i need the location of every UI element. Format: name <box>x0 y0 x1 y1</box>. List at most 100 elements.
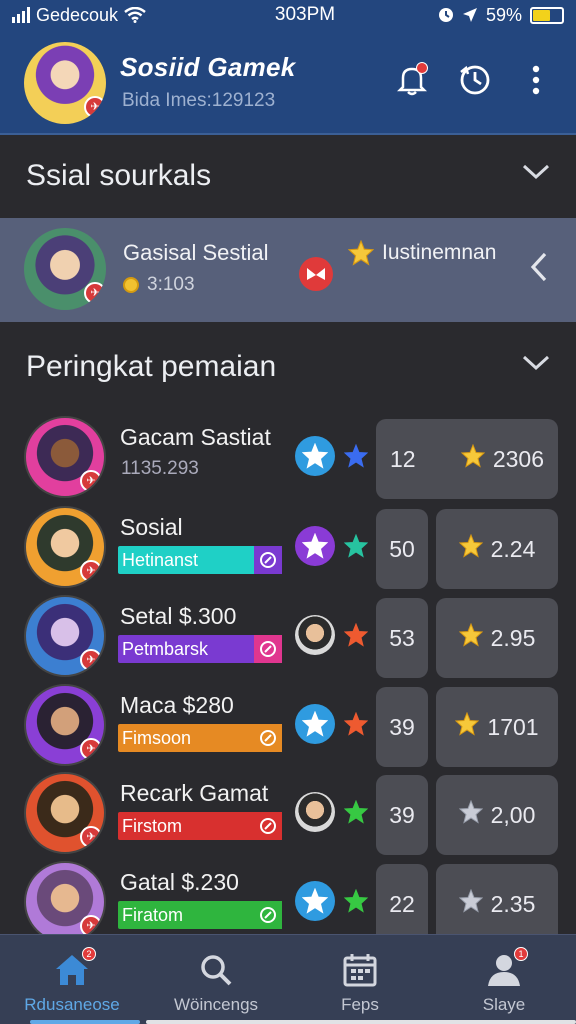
tab-profile-badge: 1 <box>514 947 528 961</box>
tab-profile[interactable]: 1 Slaye <box>432 935 576 1024</box>
mini-star-icon <box>343 711 369 741</box>
player-points: 1135.293 <box>121 458 199 479</box>
alarm-icon <box>438 8 453 22</box>
ranking-section-title: Peringkat pemaian <box>26 350 277 383</box>
more-vertical-icon <box>532 65 540 95</box>
player-row[interactable]: ✈ Recark Gamat Firstom 39 2,00 <box>0 772 576 861</box>
avatar-badge-icon: ✈ <box>80 738 102 760</box>
player-name: Gacam Sastiat <box>120 424 271 450</box>
player-rank-cell: 22 <box>376 864 428 944</box>
battery-icon <box>530 6 564 24</box>
active-tab-indicator <box>30 1020 140 1024</box>
wifi-icon <box>124 7 146 23</box>
tag-edit-icon[interactable] <box>254 812 282 840</box>
player-name: Gatal $.230 <box>120 869 239 895</box>
player-score: 2,00 <box>490 801 536 828</box>
star-icon <box>348 240 374 266</box>
player-rank-cell: 39 <box>376 775 428 855</box>
featured-coins: 3:103 <box>123 274 195 296</box>
avatar-badge-icon: ✈ <box>80 470 102 492</box>
rank-star-badge-icon <box>295 436 335 476</box>
tab-profile-label: Slaye <box>482 995 526 1014</box>
player-name: Recark Gamat <box>120 780 269 806</box>
tag-edit-icon[interactable] <box>254 901 282 929</box>
clock: 303PM <box>274 4 336 25</box>
featured-avatar: ✈ <box>24 228 106 310</box>
tab-home-badge: 2 <box>82 947 96 961</box>
calendar-icon <box>343 954 377 987</box>
player-rank-number: 39 <box>389 713 415 740</box>
more-button[interactable] <box>516 60 556 100</box>
chevron-down-icon <box>522 164 550 180</box>
player-name: Sosial <box>120 514 183 540</box>
player-tag-label: Petmbarsk <box>122 639 209 659</box>
player-stats-cell: 12 2306 <box>376 419 558 499</box>
player-tag-label: Firatom <box>122 905 184 925</box>
tab-search[interactable]: Wöincengs <box>144 935 288 1024</box>
player-rank-number: 22 <box>389 890 415 917</box>
chevron-down-icon <box>522 355 550 371</box>
player-row[interactable]: ✈ Maca $280 Fimsoon 39 1701 <box>0 684 576 773</box>
signal-icon <box>12 7 30 23</box>
player-avatar: ✈ <box>24 416 106 498</box>
rank-star-badge-icon <box>295 526 335 566</box>
user-avatar[interactable]: ✈ <box>24 42 106 124</box>
player-tag-label: Fimsoon <box>122 728 192 748</box>
tab-search-label: Wöincengs <box>173 995 259 1014</box>
tag-edit-icon[interactable] <box>254 546 282 574</box>
mini-star-icon <box>343 533 369 563</box>
ranking-section-header[interactable]: Peringkat pemaian <box>0 326 576 408</box>
player-tag-label: Firstom <box>122 816 182 836</box>
player-tag: Firatom <box>118 901 282 929</box>
tab-home[interactable]: 2 Rdusaneose <box>0 935 144 1024</box>
score-star-icon <box>458 799 483 830</box>
player-score-cell: 2.24 <box>436 509 558 589</box>
tag-edit-icon[interactable] <box>254 724 282 752</box>
player-score: 1701 <box>487 713 539 740</box>
player-score: 2.35 <box>490 890 536 917</box>
score-star-icon <box>460 443 486 474</box>
notification-dot <box>416 62 428 74</box>
player-tag: Firstom <box>118 812 282 840</box>
player-score-cell: 1701 <box>436 687 558 767</box>
player-score: 2.24 <box>490 535 536 562</box>
tab-calendar[interactable]: Feps <box>288 935 432 1024</box>
notification-button[interactable] <box>392 60 432 100</box>
player-tag: Petmbarsk <box>118 635 282 663</box>
history-button[interactable] <box>455 60 495 100</box>
tab-home-label: Rdusaneose <box>24 995 120 1014</box>
rank-avatar-badge <box>295 615 335 655</box>
player-row[interactable]: ✈ Sosial Hetinanst 50 2.24 <box>0 506 576 595</box>
social-section-title: Ssial sourkals <box>26 159 212 192</box>
player-name: Setal $.300 <box>120 603 237 629</box>
social-section-header[interactable]: Ssial sourkals <box>0 135 576 217</box>
carrier-name: Gedecouk <box>36 4 119 25</box>
player-avatar: ✈ <box>24 861 106 943</box>
player-row[interactable]: ✈ Gacam Sastiat 1135.293 12 2306 <box>0 416 576 505</box>
player-score: 2306 <box>492 445 544 472</box>
mini-star-icon <box>343 622 369 652</box>
score-star-icon <box>458 622 483 653</box>
player-score-cell: 2.95 <box>436 598 558 678</box>
app-subtitle: Bida Imes:129123 <box>122 90 276 111</box>
score-star-icon <box>458 533 483 564</box>
player-name: Maca $280 <box>120 692 234 718</box>
player-rank-number: 53 <box>389 624 415 651</box>
mini-star-icon <box>343 443 369 473</box>
search-icon <box>201 955 232 986</box>
history-icon <box>460 65 490 95</box>
app-header: ✈ Sosiid Gamek Bida Imes:129123 <box>0 30 576 135</box>
score-star-icon <box>458 888 483 919</box>
bottom-tab-bar: 2 Rdusaneose Wöincengs Feps 1 Slaye <box>0 934 576 1024</box>
player-avatar: ✈ <box>24 506 106 588</box>
tab-calendar-label: Feps <box>341 995 379 1014</box>
chevron-left-icon[interactable] <box>530 252 548 282</box>
player-tag: Hetinanst <box>118 546 282 574</box>
tag-edit-icon[interactable] <box>254 635 282 663</box>
player-rank-number: 50 <box>389 535 415 562</box>
featured-player-card[interactable]: ✈ Gasisal Sestial 3:103 Iustinemnan <box>0 218 576 322</box>
player-tag: Fimsoon <box>118 724 282 752</box>
mini-star-icon <box>343 799 369 829</box>
player-rank-cell: 39 <box>376 687 428 767</box>
player-row[interactable]: ✈ Setal $.300 Petmbarsk 53 2.95 <box>0 595 576 684</box>
